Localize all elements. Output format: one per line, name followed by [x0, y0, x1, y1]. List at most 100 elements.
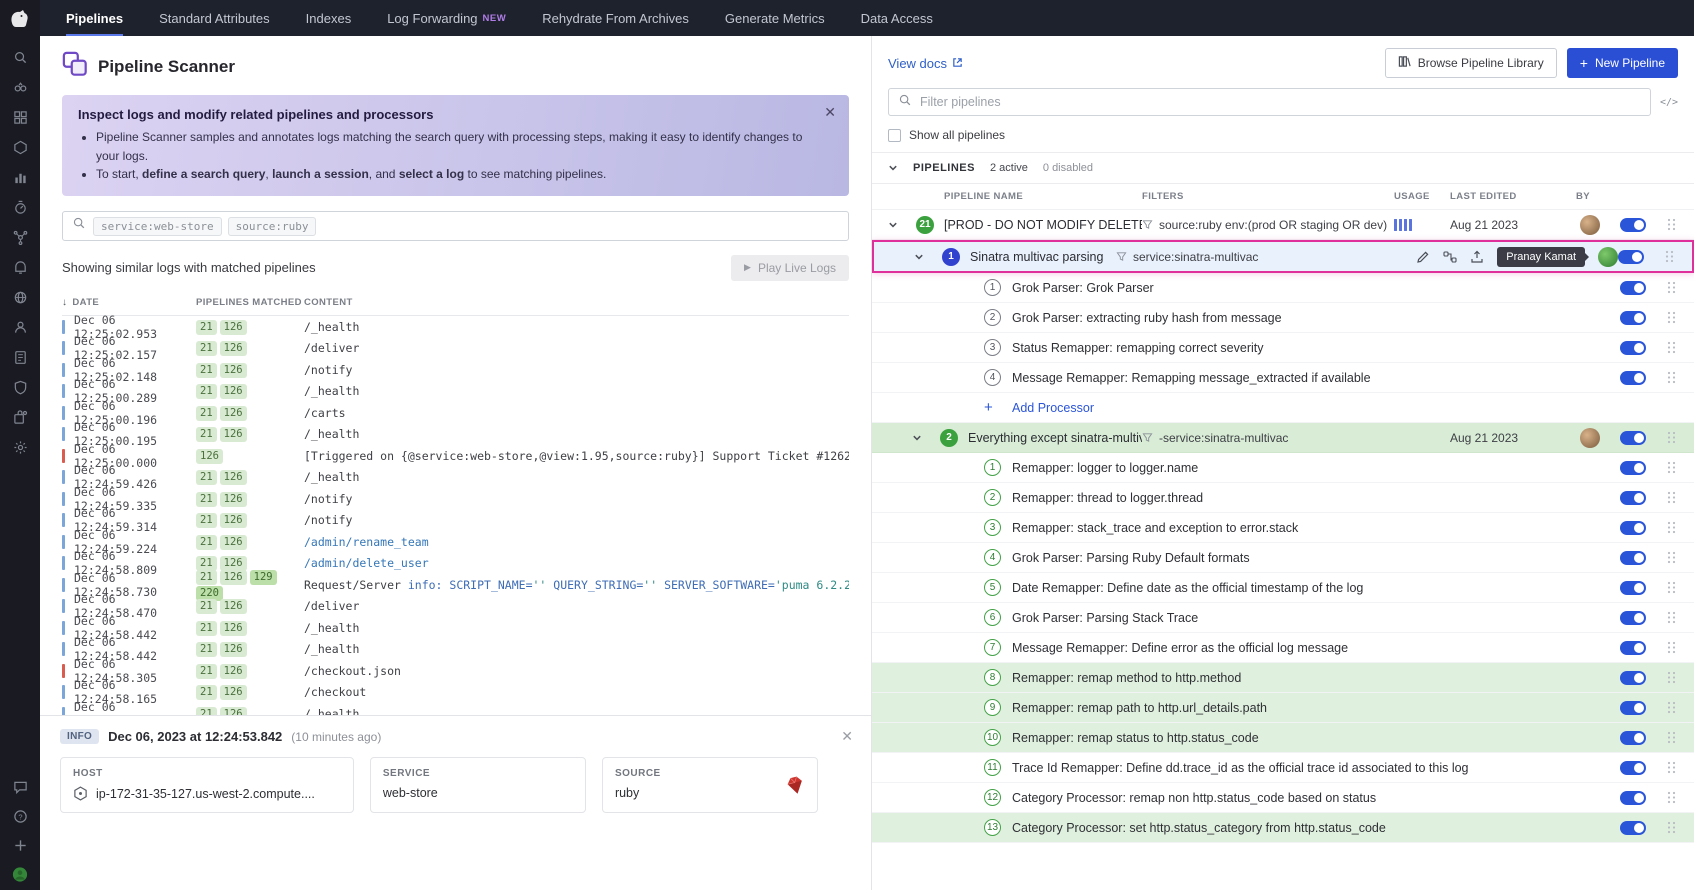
drag-handle-icon[interactable]	[1660, 371, 1682, 384]
drag-handle-icon[interactable]	[1660, 821, 1682, 834]
pipeline-count-chip[interactable]: 129	[250, 570, 277, 585]
pipeline-count-chip[interactable]: 21	[196, 341, 217, 356]
pipeline-count-chip[interactable]: 126	[220, 642, 247, 657]
pipeline-count-chip[interactable]: 126	[220, 427, 247, 442]
log-row[interactable]: Dec 06 12:24:58.08921126/_health	[62, 703, 849, 715]
pipeline-count-chip[interactable]: 21	[196, 384, 217, 399]
pipeline-count-chip[interactable]: 126	[220, 492, 247, 507]
detail-card-service[interactable]: SERVICEweb-store	[370, 757, 586, 813]
drag-handle-icon[interactable]	[1660, 701, 1682, 714]
rum-icon[interactable]	[12, 319, 28, 335]
pipeline-toggle[interactable]	[1618, 250, 1658, 264]
apm-icon[interactable]	[12, 199, 28, 215]
pipeline-count-chip[interactable]: 126	[220, 570, 247, 585]
browse-pipeline-library-button[interactable]: Browse Pipeline Library	[1385, 48, 1557, 78]
processor-toggle[interactable]	[1620, 671, 1660, 685]
processor-toggle[interactable]	[1620, 461, 1660, 475]
processor-toggle[interactable]	[1620, 821, 1660, 835]
processor-row[interactable]: 1Remapper: logger to logger.name	[872, 453, 1694, 483]
drag-handle-icon[interactable]	[1660, 551, 1682, 564]
drag-handle-icon[interactable]	[1660, 341, 1682, 354]
processor-toggle[interactable]	[1620, 311, 1660, 325]
chevron-down-icon[interactable]	[914, 252, 942, 262]
processor-row[interactable]: 3Remapper: stack_trace and exception to …	[872, 513, 1694, 543]
pipeline-count-chip[interactable]: 21	[196, 685, 217, 700]
processor-toggle[interactable]	[1620, 761, 1660, 775]
processor-row[interactable]: 9Remapper: remap path to http.url_detail…	[872, 693, 1694, 723]
edit-pipeline-icon[interactable]	[1416, 250, 1430, 264]
pipeline-toggle[interactable]	[1620, 218, 1660, 232]
drag-handle-icon[interactable]	[1660, 581, 1682, 594]
pipeline-count-chip[interactable]: 21	[196, 642, 217, 657]
drag-handle-icon[interactable]	[1660, 491, 1682, 504]
drag-handle-icon[interactable]	[1660, 281, 1682, 294]
pipeline-count-chip[interactable]: 21	[196, 427, 217, 442]
drag-handle-icon[interactable]	[1660, 641, 1682, 654]
processor-row[interactable]: 4Message Remapper: Remapping message_ext…	[872, 363, 1694, 393]
pipeline-count-chip[interactable]: 126	[220, 664, 247, 679]
metrics-icon[interactable]	[12, 169, 28, 185]
banner-close-icon[interactable]: ✕	[824, 104, 836, 121]
processor-toggle[interactable]	[1620, 551, 1660, 565]
processor-row[interactable]: 12Category Processor: remap non http.sta…	[872, 783, 1694, 813]
pipeline-count-chip[interactable]: 21	[196, 664, 217, 679]
drag-handle-icon[interactable]	[1660, 671, 1682, 684]
pipeline-count-chip[interactable]: 126	[220, 384, 247, 399]
pipeline-row[interactable]: 2Everything except sinatra-multiv…-servi…	[872, 423, 1694, 453]
pipeline-count-chip[interactable]: 126	[220, 621, 247, 636]
pipeline-count-chip[interactable]: 126	[196, 449, 223, 464]
pipeline-count-chip[interactable]: 126	[220, 363, 247, 378]
detail-card-host[interactable]: HOSTip-172-31-35-127.us-west-2.compute..…	[60, 757, 354, 813]
processor-row[interactable]: 5Date Remapper: Define date as the offic…	[872, 573, 1694, 603]
processor-toggle[interactable]	[1620, 581, 1660, 595]
processor-toggle[interactable]	[1620, 281, 1660, 295]
pipeline-count-chip[interactable]: 126	[220, 470, 247, 485]
export-pipeline-icon[interactable]	[1470, 250, 1484, 264]
pipeline-count-chip[interactable]: 126	[220, 535, 247, 550]
search-icon[interactable]	[12, 49, 28, 65]
pipeline-count-chip[interactable]: 126	[220, 685, 247, 700]
drag-handle-icon[interactable]	[1660, 461, 1682, 474]
processor-toggle[interactable]	[1620, 791, 1660, 805]
pipeline-count-chip[interactable]: 126	[220, 599, 247, 614]
pipeline-row[interactable]: 21[PROD - DO NOT MODIFY DELETE…source:ru…	[872, 210, 1694, 240]
processor-toggle[interactable]	[1620, 341, 1660, 355]
tab-indexes[interactable]: Indexes	[306, 0, 352, 36]
pipeline-count-chip[interactable]: 21	[196, 406, 217, 421]
processor-toggle[interactable]	[1620, 731, 1660, 745]
view-processors-icon[interactable]	[1443, 250, 1457, 264]
processor-row[interactable]: 3Status Remapper: remapping correct seve…	[872, 333, 1694, 363]
tab-generate-metrics[interactable]: Generate Metrics	[725, 0, 825, 36]
tab-rehydrate-from-archives[interactable]: Rehydrate From Archives	[542, 0, 689, 36]
code-view-toggle[interactable]: </>	[1660, 97, 1678, 108]
pipeline-count-chip[interactable]: 21	[196, 621, 217, 636]
scanner-search-input[interactable]: service:web-storesource:ruby	[62, 211, 849, 241]
drag-handle-icon[interactable]	[1660, 611, 1682, 624]
drag-handle-icon[interactable]	[1660, 761, 1682, 774]
new-pipeline-button[interactable]: + New Pipeline	[1567, 48, 1678, 78]
processor-toggle[interactable]	[1620, 371, 1660, 385]
synthetics-icon[interactable]	[12, 289, 28, 305]
processor-toggle[interactable]	[1620, 491, 1660, 505]
drag-handle-icon[interactable]	[1660, 311, 1682, 324]
chat-icon[interactable]	[12, 779, 28, 795]
monitors-icon[interactable]	[12, 259, 28, 275]
processor-toggle[interactable]	[1620, 521, 1660, 535]
processor-toggle[interactable]	[1620, 641, 1660, 655]
pipeline-count-chip[interactable]: 126	[220, 320, 247, 335]
query-token[interactable]: service:web-store	[93, 217, 222, 236]
tab-pipelines[interactable]: Pipelines	[66, 0, 123, 36]
watchdog-icon[interactable]	[12, 79, 28, 95]
drag-handle-icon[interactable]	[1660, 218, 1682, 231]
processor-toggle[interactable]	[1620, 611, 1660, 625]
pipeline-count-chip[interactable]: 21	[196, 535, 217, 550]
security-icon[interactable]	[12, 379, 28, 395]
processor-row[interactable]: 10Remapper: remap status to http.status_…	[872, 723, 1694, 753]
processor-row[interactable]: 4Grok Parser: Parsing Ruby Default forma…	[872, 543, 1694, 573]
pipeline-count-chip[interactable]: 21	[196, 363, 217, 378]
dashboards-icon[interactable]	[12, 109, 28, 125]
tab-data-access[interactable]: Data Access	[861, 0, 933, 36]
service-map-icon[interactable]	[12, 229, 28, 245]
pipeline-count-chip[interactable]: 21	[196, 470, 217, 485]
pipeline-count-chip[interactable]: 21	[196, 513, 217, 528]
